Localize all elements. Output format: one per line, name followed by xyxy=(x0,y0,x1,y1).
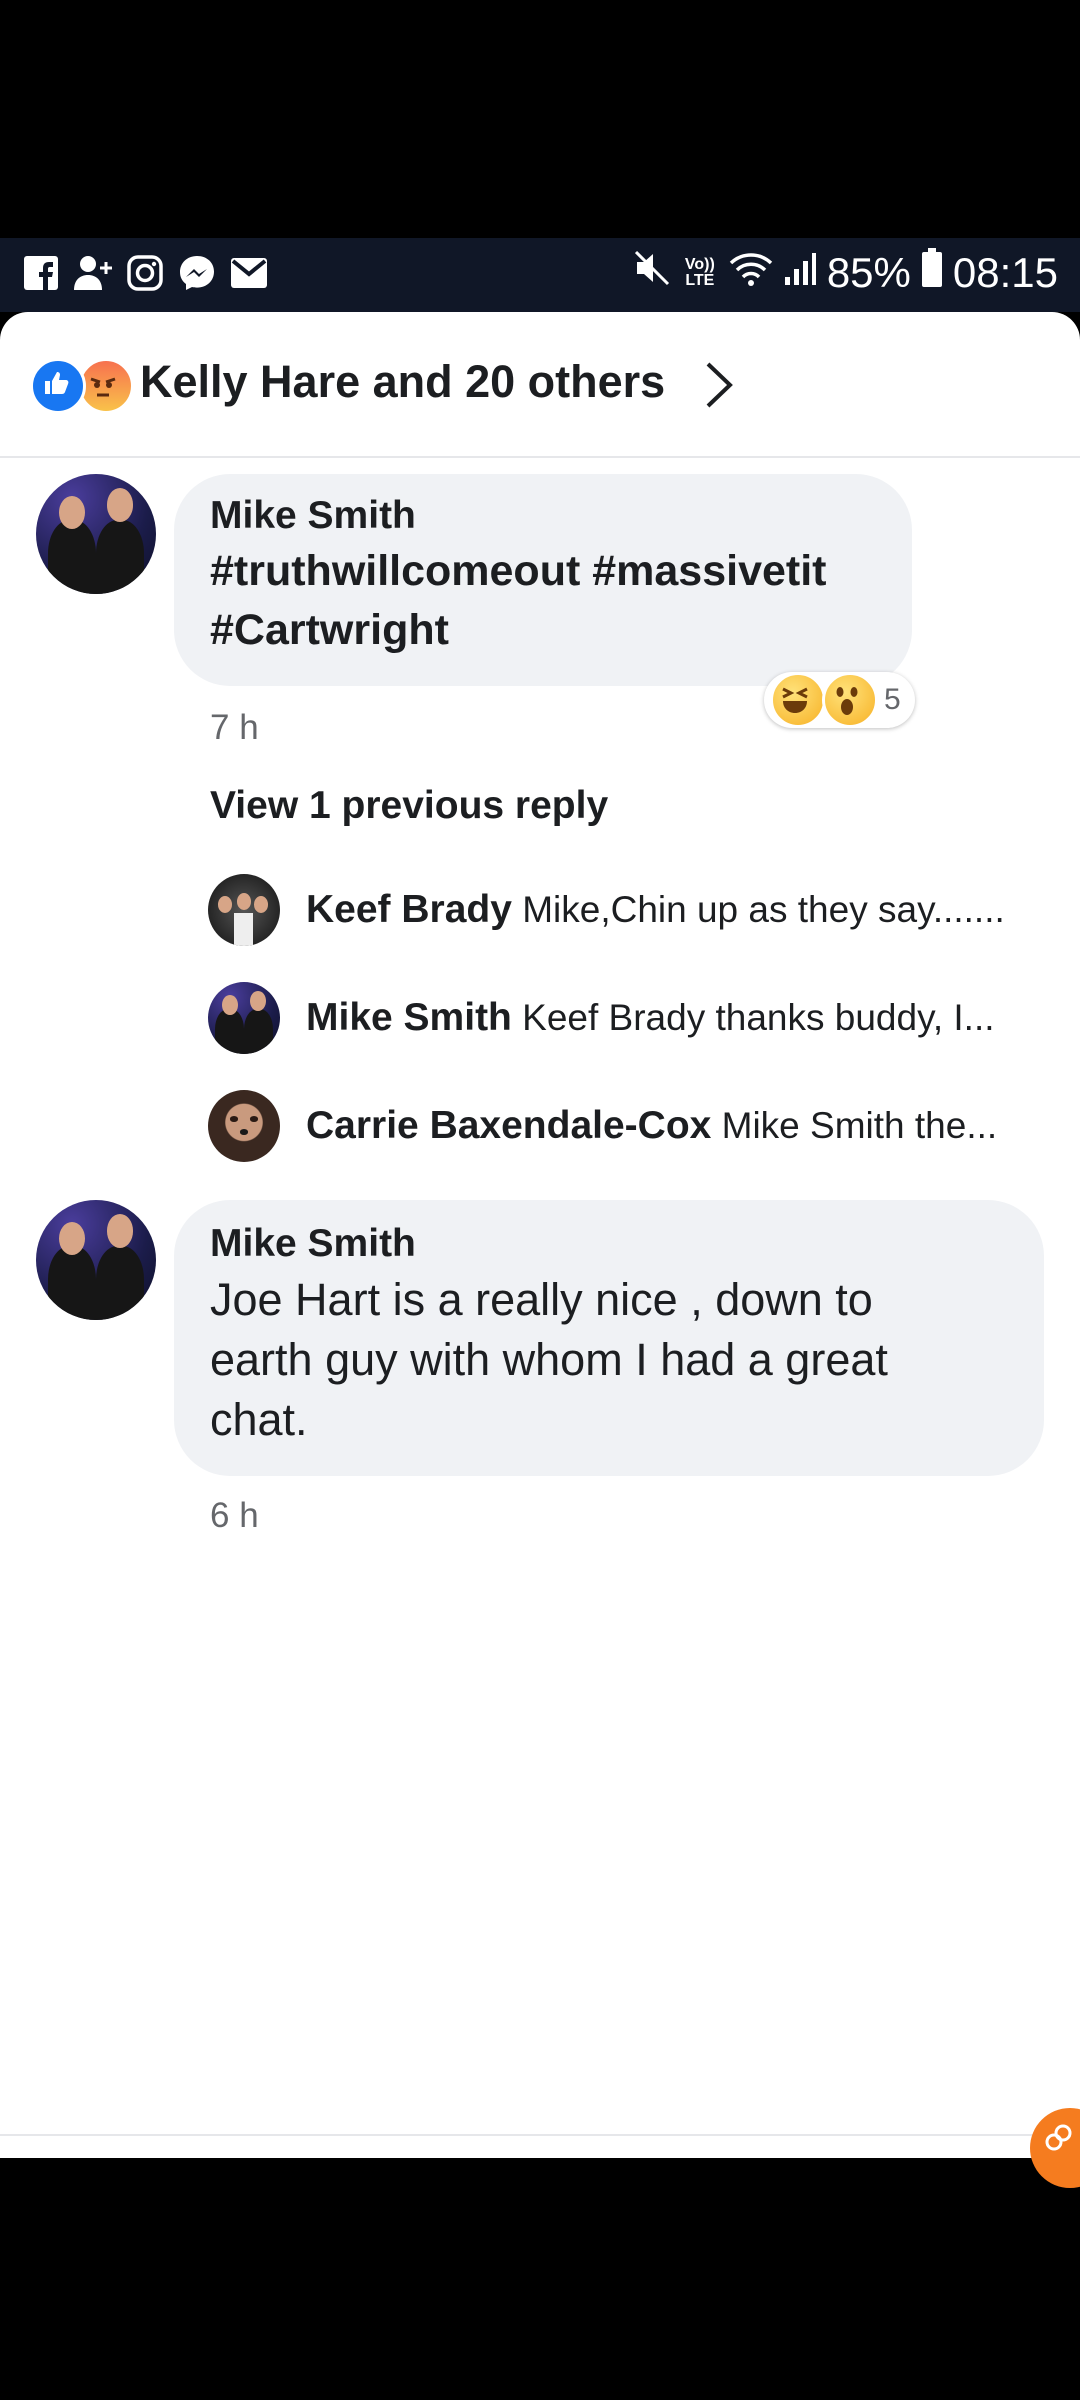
reactions-summary[interactable]: Kelly Hare and 20 others xyxy=(0,312,1080,458)
reply-author[interactable]: Keef Brady xyxy=(306,888,512,931)
comment-time[interactable]: 6 h xyxy=(210,1496,259,1536)
chevron-right-icon[interactable] xyxy=(700,360,736,415)
reply-row[interactable]: Carrie Baxendale-Cox Mike Smith the... xyxy=(208,1090,1068,1166)
avatar[interactable] xyxy=(208,1090,280,1162)
reply-author[interactable]: Carrie Baxendale-Cox xyxy=(306,1104,711,1147)
reply-text: Keef Brady thanks buddy, I... xyxy=(522,997,995,1038)
instagram-icon xyxy=(124,252,166,294)
comments-sheet: Kelly Hare and 20 others Mike Smith #tru… xyxy=(0,312,1080,2158)
comment-author[interactable]: Mike Smith xyxy=(210,494,827,538)
messenger-icon xyxy=(176,252,218,294)
angry-icon xyxy=(78,358,134,414)
clock: 08:15 xyxy=(952,249,1058,296)
comment-reactions[interactable]: 5 xyxy=(764,672,915,728)
reply-text: Mike Smith the... xyxy=(721,1105,998,1146)
battery-icon xyxy=(921,248,943,298)
battery-percent: 85% xyxy=(826,249,911,296)
divider xyxy=(0,2134,1080,2136)
reply-row[interactable]: Mike Smith Keef Brady thanks buddy, I... xyxy=(208,982,1068,1058)
wow-icon xyxy=(822,672,878,728)
avatar[interactable] xyxy=(208,874,280,946)
comment-text-line: earth guy with whom I had a great xyxy=(210,1334,888,1385)
comment-bubble[interactable]: Mike Smith Joe Hart is a really nice , d… xyxy=(174,1200,1044,1476)
status-bar: Vo)) LTE 85% 08:15 xyxy=(0,238,1080,312)
comment-text-line: chat. xyxy=(210,1394,308,1445)
system-status: Vo)) LTE 85% 08:15 xyxy=(633,248,1058,298)
volte-icon: Vo)) LTE xyxy=(684,256,715,289)
reply-author[interactable]: Mike Smith xyxy=(306,996,512,1039)
comment-bubble[interactable]: Mike Smith #truthwillcomeout #massivetit… xyxy=(174,474,912,686)
reply-content: Mike Smith Keef Brady thanks buddy, I... xyxy=(306,996,995,1040)
haha-icon xyxy=(770,672,826,728)
avatar[interactable] xyxy=(208,982,280,1054)
view-previous-replies[interactable]: View 1 previous reply xyxy=(210,784,608,828)
comment-text-line: Joe Hart is a really nice , down to xyxy=(210,1274,873,1325)
reply-text: Mike,Chin up as they say....... xyxy=(522,889,1005,930)
reaction-count: 5 xyxy=(884,683,901,716)
reactors-text: Kelly Hare and 20 others xyxy=(140,356,666,407)
friend-request-icon xyxy=(72,252,114,294)
mute-icon xyxy=(633,249,671,297)
reply-content: Carrie Baxendale-Cox Mike Smith the... xyxy=(306,1104,997,1148)
comment-author[interactable]: Mike Smith xyxy=(210,1222,888,1266)
reply-content: Keef Brady Mike,Chin up as they say.....… xyxy=(306,888,1005,932)
comment-text-line: #Cartwright xyxy=(210,606,449,654)
notification-icons xyxy=(20,252,270,294)
facebook-icon xyxy=(20,252,62,294)
comment-time[interactable]: 7 h xyxy=(210,708,259,748)
avatar[interactable] xyxy=(36,1200,156,1320)
reply-row[interactable]: Keef Brady Mike,Chin up as they say.....… xyxy=(208,874,1068,950)
gmail-icon xyxy=(228,252,270,294)
floating-action-button[interactable] xyxy=(1030,2108,1080,2188)
wifi-icon xyxy=(729,249,773,297)
comment-text-line: #truthwillcomeout #massivetit xyxy=(210,547,827,595)
avatar[interactable] xyxy=(36,474,156,594)
signal-icon xyxy=(783,249,817,297)
like-icon xyxy=(30,358,86,414)
